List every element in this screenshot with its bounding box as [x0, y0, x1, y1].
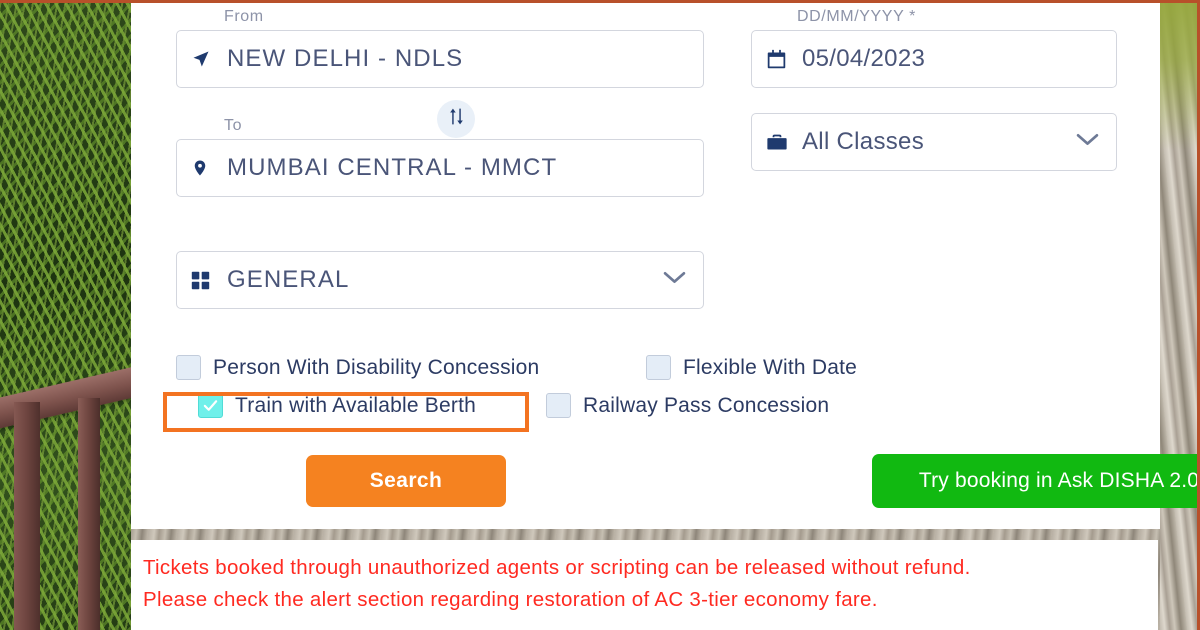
to-input[interactable]: MUMBAI CENTRAL - MMCT	[176, 139, 704, 197]
checkbox-train-with-available-berth[interactable]: Train with Available Berth	[198, 393, 476, 418]
checkbox-box[interactable]	[646, 355, 671, 380]
swap-vertical-arrows-icon	[447, 107, 466, 131]
ask-disha-button[interactable]: Try booking in Ask DISHA 2.0	[872, 454, 1200, 508]
grid-icon	[191, 271, 221, 290]
briefcase-icon	[766, 132, 796, 153]
from-field-group: From NEW DELHI - NDLS	[176, 8, 704, 88]
checkbox-box[interactable]	[546, 393, 571, 418]
calendar-icon	[766, 49, 796, 70]
background-bridge-post-right	[78, 398, 100, 630]
checkbox-railway-pass-concession[interactable]: Railway Pass Concession	[546, 393, 829, 418]
quota-select[interactable]: GENERAL	[176, 251, 704, 309]
checkbox-box-checked[interactable]	[198, 393, 223, 418]
search-button[interactable]: Search	[306, 455, 506, 507]
alert-line-1: Tickets booked through unauthorized agen…	[143, 556, 971, 579]
from-input[interactable]: NEW DELHI - NDLS	[176, 30, 704, 88]
train-search-card: From NEW DELHI - NDLS To MUMBAI CENTRAL …	[131, 0, 1200, 529]
checkbox-label: Train with Available Berth	[235, 393, 476, 417]
journey-date-group: DD/MM/YYYY * 05/04/2023	[751, 8, 1117, 88]
travel-class-group: All Classes	[751, 113, 1117, 171]
quota-value: GENERAL	[227, 266, 350, 293]
to-value: MUMBAI CENTRAL - MMCT	[227, 154, 558, 181]
chevron-down-icon	[1075, 132, 1100, 152]
checkbox-label: Flexible With Date	[683, 355, 857, 379]
alert-panel: Tickets booked through unauthorized agen…	[131, 540, 1158, 630]
from-value: NEW DELHI - NDLS	[227, 45, 464, 72]
background-gravel-right	[1160, 0, 1200, 630]
page-frame-top-border	[0, 0, 1200, 3]
journey-date-value: 05/04/2023	[802, 45, 926, 72]
map-pin-icon	[191, 157, 221, 179]
navigation-arrow-icon	[191, 49, 221, 69]
checkbox-flexible-with-date[interactable]: Flexible With Date	[646, 355, 857, 380]
travel-class-select[interactable]: All Classes	[751, 113, 1117, 171]
checkbox-label: Person With Disability Concession	[213, 355, 540, 379]
screenshot-root: From NEW DELHI - NDLS To MUMBAI CENTRAL …	[0, 0, 1200, 630]
alert-line-2: Please check the alert section regarding…	[143, 588, 878, 611]
checkbox-person-with-disability-concession[interactable]: Person With Disability Concession	[176, 355, 539, 380]
journey-date-input[interactable]: 05/04/2023	[751, 30, 1117, 88]
quota-group: GENERAL	[176, 251, 704, 309]
swap-stations-button[interactable]	[437, 100, 475, 138]
from-label: From	[224, 8, 264, 25]
journey-date-label: DD/MM/YYYY *	[797, 8, 916, 25]
chevron-down-icon	[662, 270, 687, 290]
checkbox-label: Railway Pass Concession	[583, 393, 830, 417]
checkbox-box[interactable]	[176, 355, 201, 380]
travel-class-value: All Classes	[802, 128, 924, 155]
